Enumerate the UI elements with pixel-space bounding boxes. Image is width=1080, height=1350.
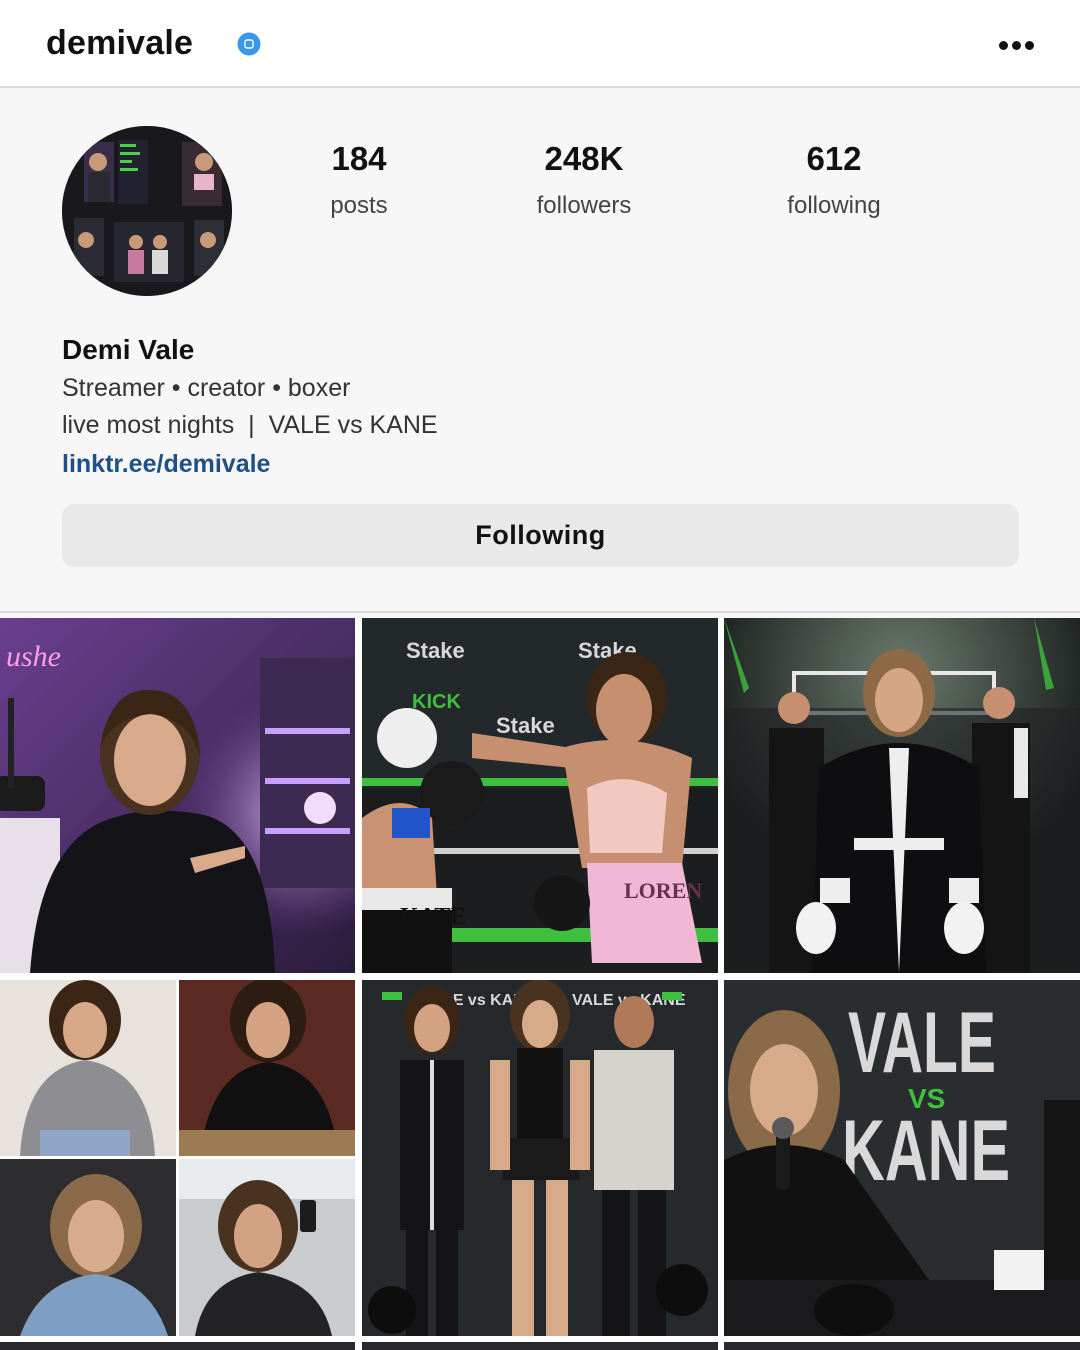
following-count-label: following bbox=[787, 192, 881, 219]
profile-full-name: Demi Vale bbox=[62, 334, 195, 365]
post-sign: KICK bbox=[412, 691, 461, 713]
post-thumbnail[interactable]: VALE VS KANE bbox=[724, 980, 1080, 1336]
profile-header: demivale bbox=[0, 0, 1080, 88]
post-sign: Stake bbox=[406, 638, 465, 663]
bio-line: live most nights | VALE vs KANE bbox=[62, 411, 438, 439]
post-sign: ushe bbox=[6, 640, 61, 673]
post-thumbnail[interactable] bbox=[724, 618, 1080, 973]
posts-count-label: posts bbox=[330, 192, 388, 219]
posts-grid: ushe Stake Stake KICK Stake KATE LOREN V… bbox=[0, 618, 1080, 1350]
followers-count-label: followers bbox=[536, 192, 632, 219]
posts-next-row bbox=[0, 1342, 1080, 1350]
bio-line: Streamer • creator • boxer bbox=[62, 374, 351, 402]
post-thumbnail[interactable]: ushe bbox=[0, 618, 355, 973]
following-button[interactable]: Following bbox=[62, 504, 1019, 567]
post-sign: LOREN bbox=[624, 878, 702, 903]
following-count-value: 612 bbox=[806, 140, 862, 177]
post-sign: KANE bbox=[842, 1103, 1010, 1199]
post-sign: VALE bbox=[848, 995, 996, 1091]
post-thumbnail[interactable]: VALE vs KANE VALE vs KANE bbox=[362, 980, 718, 1336]
posts-count-value: 184 bbox=[331, 140, 387, 177]
post-sign: KATE bbox=[400, 904, 466, 930]
post-sign: Stake bbox=[496, 713, 555, 738]
following-count[interactable]: 612 following bbox=[734, 140, 934, 220]
bio-link[interactable]: linktr.ee/demivale bbox=[62, 450, 270, 479]
avatar[interactable] bbox=[62, 126, 232, 296]
followers-count-value: 248K bbox=[544, 140, 624, 177]
post-thumbnail[interactable] bbox=[0, 980, 355, 1336]
followers-count[interactable]: 248K followers bbox=[484, 140, 684, 220]
more-options-icon[interactable] bbox=[996, 30, 1036, 60]
post-thumbnail[interactable]: Stake Stake KICK Stake KATE LOREN bbox=[362, 618, 718, 973]
posts-count: 184 posts bbox=[259, 140, 459, 220]
header-username: demivale bbox=[46, 24, 194, 62]
divider bbox=[0, 611, 1080, 613]
verified-badge-icon bbox=[237, 32, 261, 56]
